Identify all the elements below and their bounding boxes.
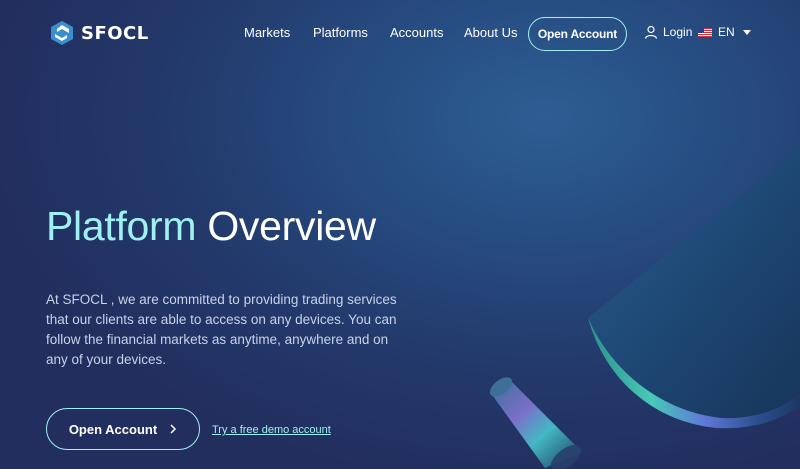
hero-open-account-button[interactable]: Open Account [46,408,200,450]
brand-logo[interactable]: SFOCL [49,18,149,48]
language-code: EN [718,25,735,39]
sfocl-logo-icon [51,21,73,45]
user-icon [644,25,658,39]
caret-down-icon [742,29,751,35]
hero-title-accent: Platform [46,203,197,249]
chevron-right-icon [170,424,177,434]
login-label: Login [663,25,693,39]
free-demo-account-link[interactable]: Try a free demo account [212,424,331,436]
hero-open-account-label: Open Account [68,421,158,437]
language-selector[interactable]: EN [698,25,751,39]
nav-item-platforms[interactable]: Platforms [313,25,368,40]
hero-description: At SFOCL , we are committed to providing… [46,292,397,367]
nav-item-about-us[interactable]: About Us [464,25,517,40]
hero-title: Platform Overview [46,200,376,252]
hero-title-rest: Overview [207,203,376,249]
nav-item-markets[interactable]: Markets [244,25,290,40]
header-open-account-button[interactable]: Open Account [528,17,627,51]
us-flag-icon [698,27,712,37]
login-link[interactable]: Login [644,25,692,39]
brand-name: SFOCL [81,22,149,44]
nav-item-accounts[interactable]: Accounts [390,25,443,40]
top-navigation: SFOCL Markets Platforms Accounts About U… [0,0,800,68]
